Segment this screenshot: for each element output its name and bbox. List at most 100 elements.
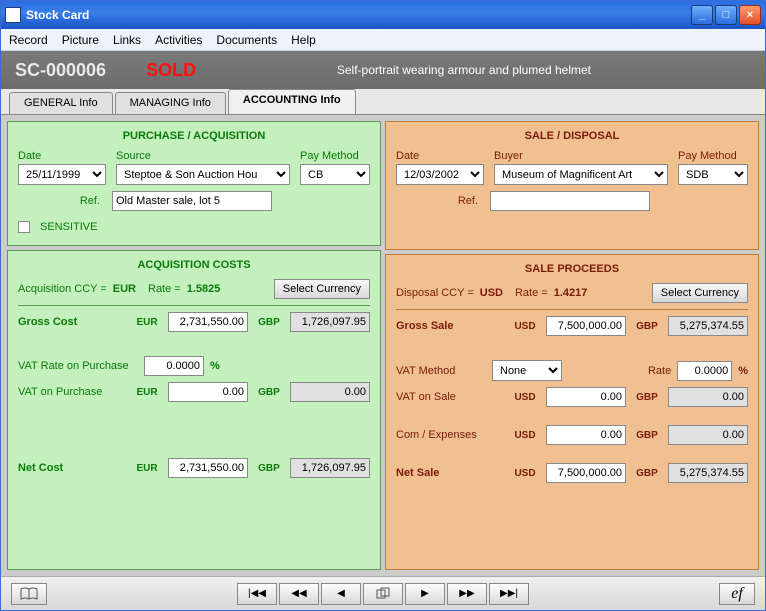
vat-rate-input[interactable] bbox=[144, 356, 204, 376]
acq-heading: ACQUISITION COSTS bbox=[18, 259, 370, 271]
tab-bar: GENERAL Info MANAGING Info ACCOUNTING In… bbox=[1, 89, 765, 115]
vat-pct: % bbox=[210, 360, 220, 372]
net-ccy1: EUR bbox=[132, 463, 162, 474]
vat-v1[interactable] bbox=[168, 382, 248, 402]
record-id: SC-000006 bbox=[15, 60, 106, 81]
com-v2 bbox=[668, 425, 748, 445]
vat-sale-ccy1: USD bbox=[510, 392, 540, 403]
purchase-date-select[interactable]: 25/11/1999 bbox=[18, 164, 106, 185]
menu-documents[interactable]: Documents bbox=[216, 33, 277, 47]
vat-purchase-label: VAT on Purchase bbox=[18, 386, 126, 398]
purchase-source-label: Source bbox=[116, 150, 290, 162]
sale-ref-label: Ref. bbox=[396, 195, 484, 207]
menu-activities[interactable]: Activities bbox=[155, 33, 202, 47]
menu-help[interactable]: Help bbox=[291, 33, 316, 47]
net-v1[interactable] bbox=[168, 458, 248, 478]
status-badge: SOLD bbox=[146, 60, 196, 81]
net-sale-ccy2: GBP bbox=[632, 468, 662, 479]
purchase-paymethod-label: Pay Method bbox=[300, 150, 370, 162]
content-area: PURCHASE / ACQUISITION Date 25/11/1999 S… bbox=[1, 115, 765, 576]
com-v1[interactable] bbox=[546, 425, 626, 445]
menu-picture[interactable]: Picture bbox=[62, 33, 99, 47]
app-icon bbox=[5, 7, 21, 23]
proc-heading: SALE PROCEEDS bbox=[396, 263, 748, 275]
gross-cost-label: Gross Cost bbox=[18, 316, 126, 328]
sensitive-label: SENSITIVE bbox=[40, 221, 97, 233]
acq-rate: 1.5825 bbox=[187, 283, 221, 295]
vat-sale-v2 bbox=[668, 387, 748, 407]
book-icon[interactable] bbox=[11, 583, 47, 605]
sale-date-select[interactable]: 12/03/2002 bbox=[396, 164, 484, 185]
record-description: Self-portrait wearing armour and plumed … bbox=[337, 63, 591, 77]
com-ccy1: USD bbox=[510, 430, 540, 441]
purchase-ref-label: Ref. bbox=[18, 195, 106, 207]
purchase-heading: PURCHASE / ACQUISITION bbox=[18, 130, 370, 142]
nav-center-button[interactable] bbox=[363, 583, 403, 605]
vat-sale-v1[interactable] bbox=[546, 387, 626, 407]
left-panel: PURCHASE / ACQUISITION Date 25/11/1999 S… bbox=[7, 121, 381, 570]
vat-ccy2: GBP bbox=[254, 387, 284, 398]
vat-sale-label: VAT on Sale bbox=[396, 391, 504, 403]
menu-links[interactable]: Links bbox=[113, 33, 141, 47]
sale-paymethod-select[interactable]: SDB bbox=[678, 164, 748, 185]
nav-last-button[interactable]: ▶▶| bbox=[489, 583, 529, 605]
signature-icon[interactable]: ef bbox=[719, 583, 755, 605]
tab-managing[interactable]: MANAGING Info bbox=[115, 92, 226, 114]
proc-rate: 1.4217 bbox=[554, 287, 588, 299]
acq-rate-label: Rate = bbox=[148, 283, 181, 295]
proc-pct: % bbox=[738, 365, 748, 377]
sale-buyer-select[interactable]: Museum of Magnificent Art bbox=[494, 164, 668, 185]
tab-accounting[interactable]: ACCOUNTING Info bbox=[228, 89, 356, 114]
acq-select-currency-button[interactable]: Select Currency bbox=[274, 279, 370, 299]
net-sale-ccy1: USD bbox=[510, 468, 540, 479]
purchase-paymethod-select[interactable]: CB bbox=[300, 164, 370, 185]
sale-box: SALE / DISPOSAL Date 12/03/2002 Buyer Mu… bbox=[385, 121, 759, 250]
proc-rate2-label: Rate bbox=[648, 365, 671, 377]
proc-ccy: USD bbox=[480, 287, 503, 299]
proc-select-currency-button[interactable]: Select Currency bbox=[652, 283, 748, 303]
vat-method-label: VAT Method bbox=[396, 365, 486, 377]
purchase-ref-input[interactable] bbox=[112, 191, 272, 211]
acq-ccy-label: Acquisition CCY = bbox=[18, 283, 107, 295]
net-v2 bbox=[290, 458, 370, 478]
header-bar: SC-000006 SOLD Self-portrait wearing arm… bbox=[1, 51, 765, 89]
gross-sale-v2 bbox=[668, 316, 748, 336]
net-cost-label: Net Cost bbox=[18, 462, 126, 474]
nav-next-button[interactable]: ▶ bbox=[405, 583, 445, 605]
vat-rate-label: VAT Rate on Purchase bbox=[18, 360, 138, 372]
vat-ccy1: EUR bbox=[132, 387, 162, 398]
nav-fastfwd-button[interactable]: ▶▶ bbox=[447, 583, 487, 605]
footer-toolbar: |◀◀ ◀◀ ◀ ▶ ▶▶ ▶▶| ef bbox=[1, 576, 765, 610]
acq-ccy: EUR bbox=[113, 283, 136, 295]
nav-fastback-button[interactable]: ◀◀ bbox=[279, 583, 319, 605]
net-sale-v2 bbox=[668, 463, 748, 483]
acquisition-costs-box: ACQUISITION COSTS Acquisition CCY = EUR … bbox=[7, 250, 381, 570]
maximize-button[interactable]: □ bbox=[715, 5, 737, 25]
close-button[interactable]: × bbox=[739, 5, 761, 25]
menu-record[interactable]: Record bbox=[9, 33, 48, 47]
gross-sale-ccy2: GBP bbox=[632, 321, 662, 332]
gross-sale-v1[interactable] bbox=[546, 316, 626, 336]
sale-buyer-label: Buyer bbox=[494, 150, 668, 162]
com-ccy2: GBP bbox=[632, 430, 662, 441]
minimize-button[interactable]: _ bbox=[691, 5, 713, 25]
vat-method-select[interactable]: None bbox=[492, 360, 562, 381]
gross-cost-ccy1: EUR bbox=[132, 317, 162, 328]
stock-card-window: Stock Card _ □ × Record Picture Links Ac… bbox=[0, 0, 766, 611]
purchase-box: PURCHASE / ACQUISITION Date 25/11/1999 S… bbox=[7, 121, 381, 246]
sale-proceeds-box: SALE PROCEEDS Disposal CCY = USD Rate = … bbox=[385, 254, 759, 570]
net-sale-label: Net Sale bbox=[396, 467, 504, 479]
sensitive-checkbox[interactable] bbox=[18, 221, 30, 233]
nav-first-button[interactable]: |◀◀ bbox=[237, 583, 277, 605]
com-label: Com / Expenses bbox=[396, 429, 504, 441]
sale-date-label: Date bbox=[396, 150, 484, 162]
sale-ref-input[interactable] bbox=[490, 191, 650, 211]
gross-cost-v1[interactable] bbox=[168, 312, 248, 332]
proc-vatrate-input[interactable] bbox=[677, 361, 732, 381]
tab-general[interactable]: GENERAL Info bbox=[9, 92, 113, 114]
purchase-source-select[interactable]: Steptoe & Son Auction Hou bbox=[116, 164, 290, 185]
right-panel: SALE / DISPOSAL Date 12/03/2002 Buyer Mu… bbox=[385, 121, 759, 570]
nav-prev-button[interactable]: ◀ bbox=[321, 583, 361, 605]
net-sale-v1[interactable] bbox=[546, 463, 626, 483]
proc-rate-label: Rate = bbox=[515, 287, 548, 299]
